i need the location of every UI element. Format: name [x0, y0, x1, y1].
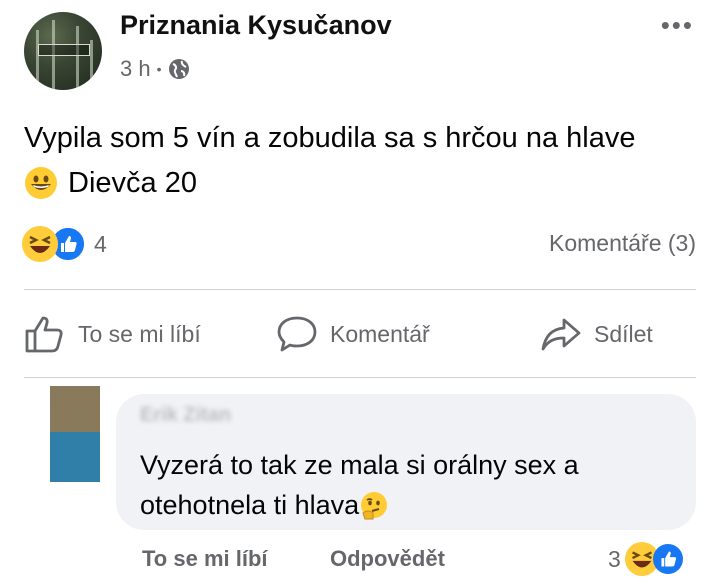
haha-reaction-icon — [22, 226, 58, 262]
grinning-emoji-icon — [25, 167, 57, 199]
comment-button-label: Komentář — [330, 320, 430, 347]
comment-reactions[interactable]: 3 — [608, 542, 683, 576]
comment-reply-button[interactable]: Odpovědět — [330, 546, 445, 572]
comment-text-line2: otehotnela ti hlava — [140, 490, 360, 520]
divider-bottom — [24, 377, 696, 378]
post-meta: 3 h • — [120, 56, 190, 82]
comment-text-line1: Vyzerá to tak ze mala si orálny sex a — [140, 450, 579, 480]
divider-top — [24, 289, 696, 290]
reactions-summary[interactable]: 4 — [22, 226, 107, 262]
share-button-label: Sdílet — [594, 320, 653, 347]
comment-avatar[interactable] — [50, 386, 100, 482]
comment-like-button[interactable]: To se mi líbí — [142, 546, 268, 572]
reaction-count: 4 — [94, 230, 107, 257]
like-button[interactable]: To se mi líbí — [24, 314, 201, 354]
meta-separator: • — [156, 61, 162, 77]
page-name[interactable]: Priznania Kysučanov — [120, 10, 392, 41]
post-text-line2-wrap: Dievča 20 — [24, 166, 197, 200]
thumbs-up-icon — [25, 316, 63, 353]
share-arrow-icon — [541, 318, 581, 351]
thinking-emoji-icon — [361, 491, 388, 519]
comment-text-line2-wrap: otehotnela ti hlava — [140, 490, 389, 521]
comment-author[interactable]: Erik Zitan — [140, 404, 231, 427]
comment-reaction-count: 3 — [608, 545, 621, 572]
like-button-label: To se mi líbí — [78, 320, 201, 347]
share-button[interactable]: Sdílet — [540, 314, 653, 354]
page-avatar[interactable] — [24, 12, 102, 90]
like-reaction-icon — [652, 544, 683, 574]
comment-button[interactable]: Komentář — [276, 314, 430, 354]
post-text-line2: Dievča 20 — [68, 166, 197, 199]
comment-bubble-icon — [277, 316, 317, 352]
post-text-line1: Vypila som 5 vín a zobudila sa s hrčou n… — [24, 122, 636, 154]
comments-count[interactable]: Komentáře (3) — [549, 230, 696, 257]
post-time[interactable]: 3 h — [120, 56, 151, 82]
globe-icon — [168, 59, 189, 79]
more-options-icon[interactable]: ••• — [661, 10, 694, 41]
avatar-sign — [38, 44, 90, 56]
